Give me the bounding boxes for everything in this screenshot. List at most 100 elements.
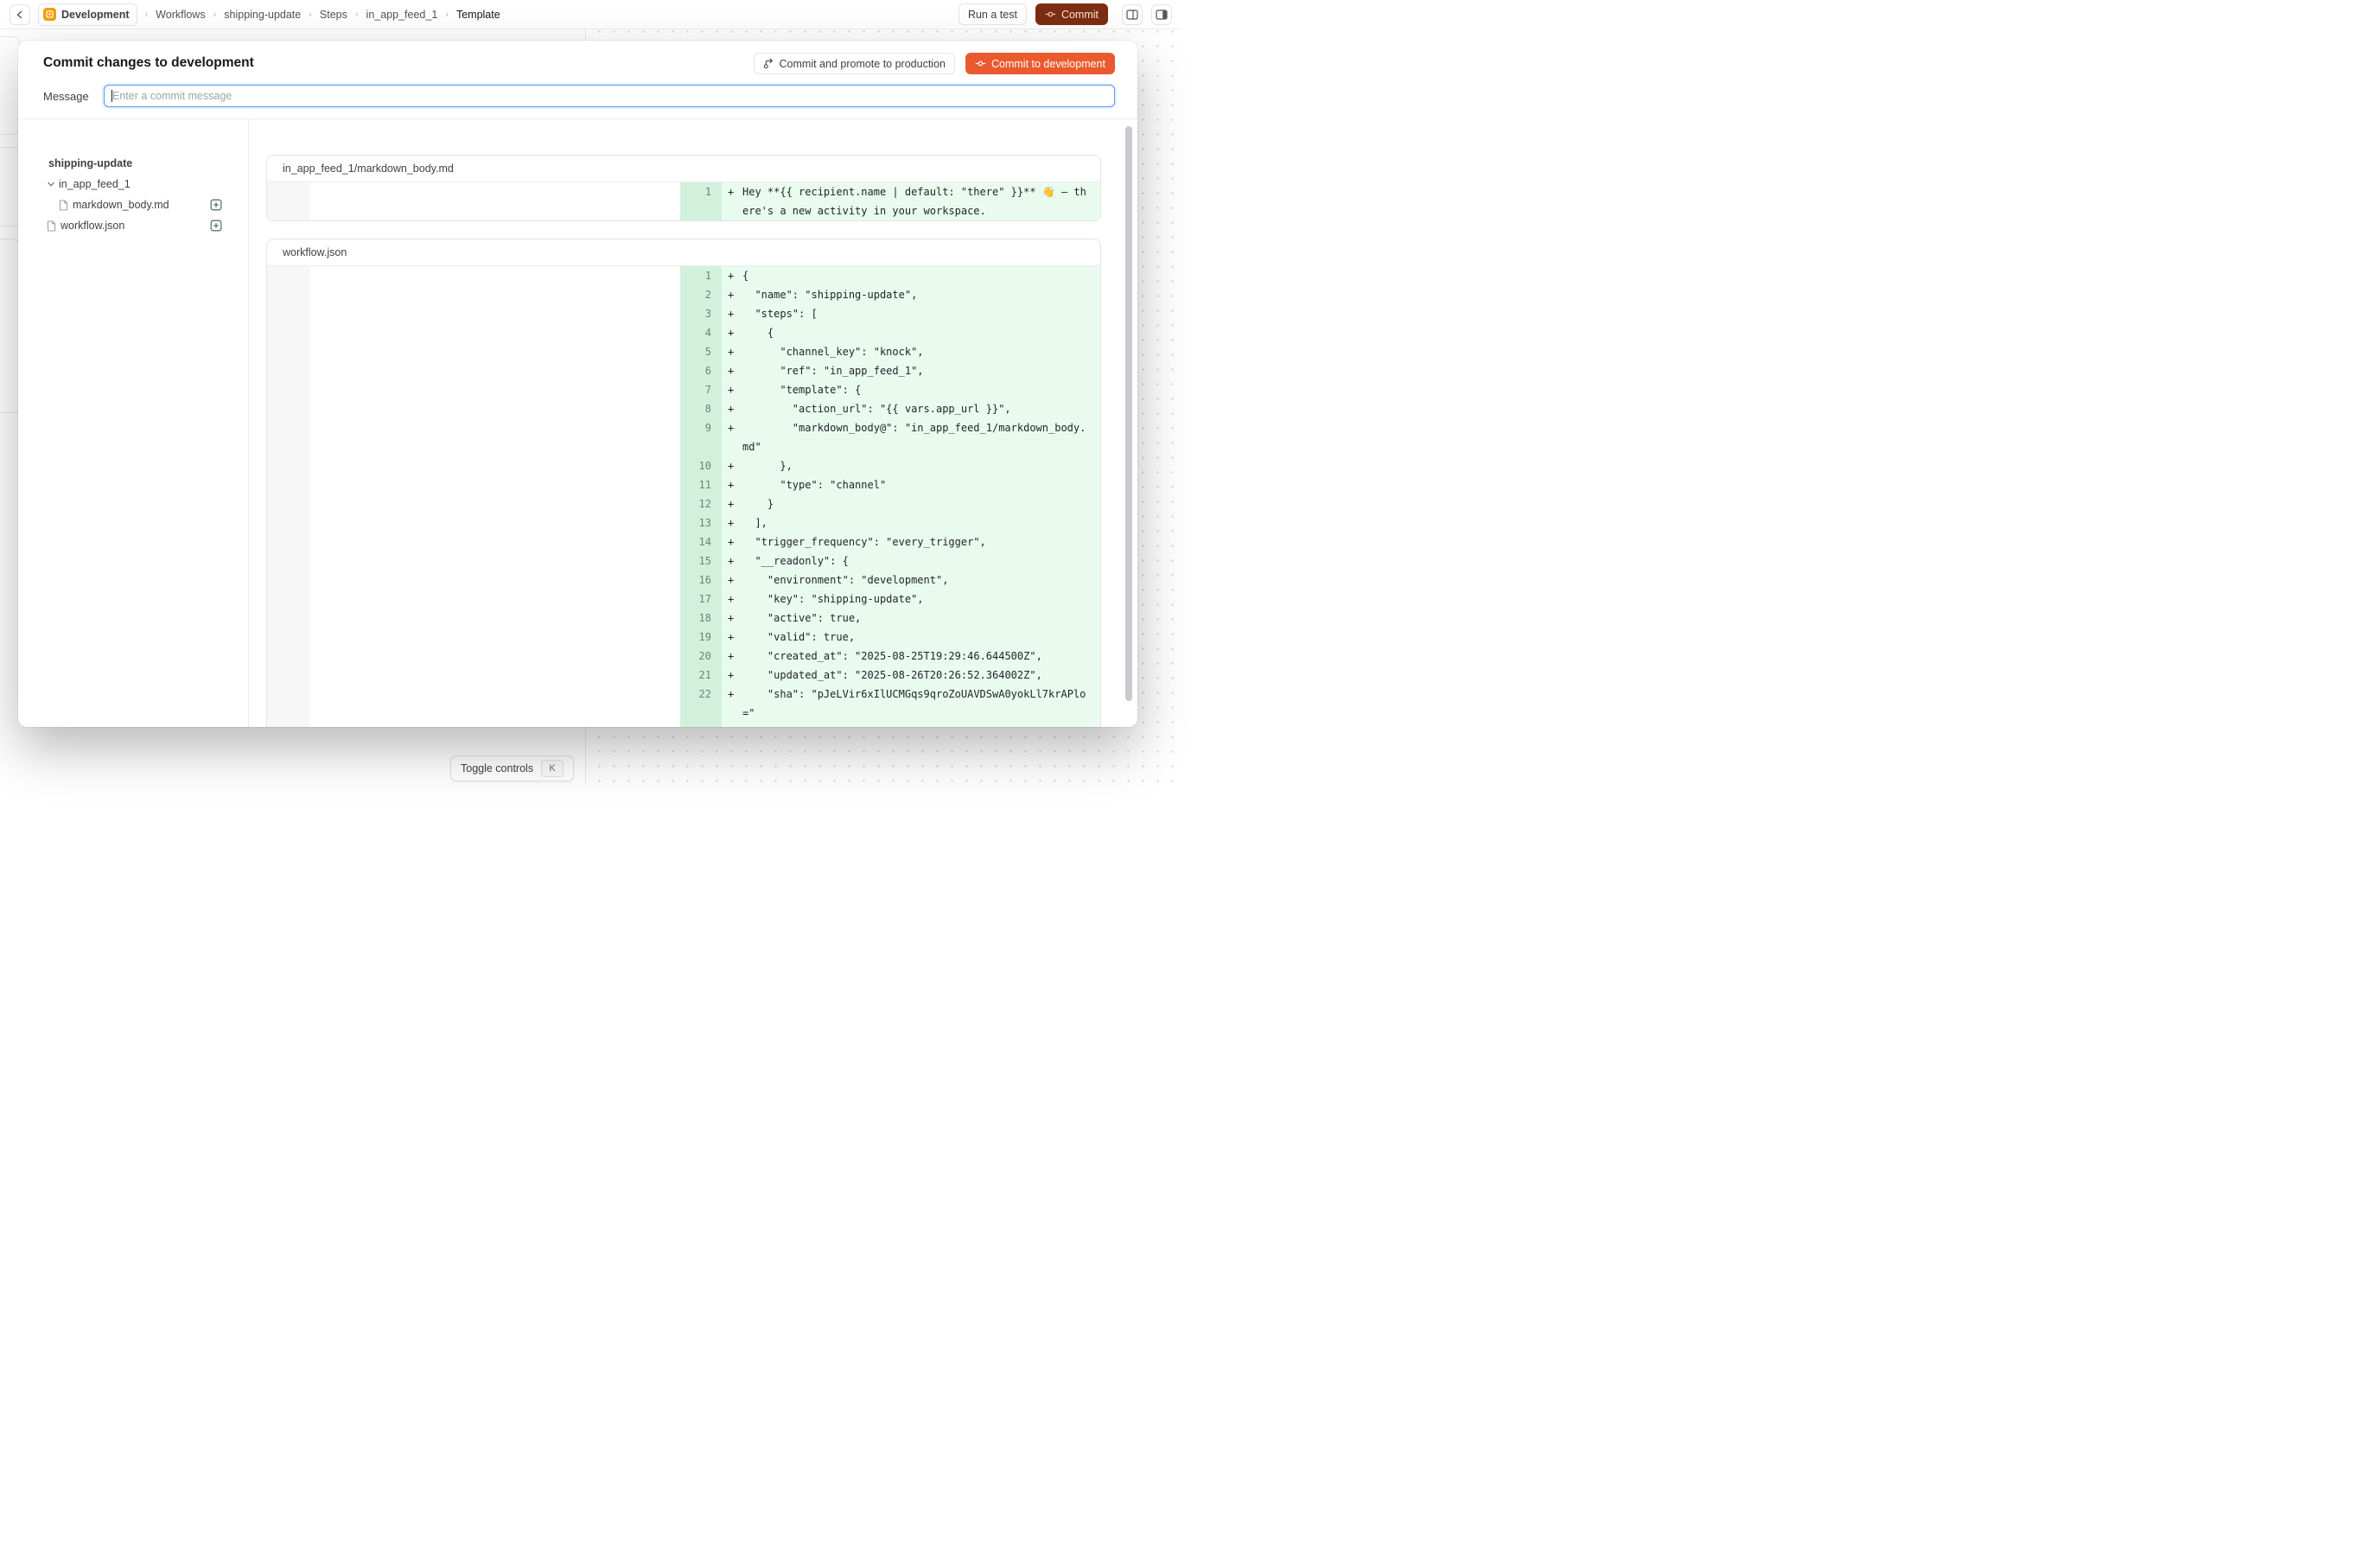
- diff-sign: +: [722, 590, 742, 609]
- toggle-right-panel-button[interactable]: [1151, 4, 1172, 25]
- breadcrumb-item-workflow-key[interactable]: shipping-update: [224, 9, 301, 21]
- background-panel-edge: [0, 36, 20, 135]
- old-line-gutter: [267, 647, 310, 666]
- line-number: 6: [680, 361, 722, 380]
- diff-sign: +: [722, 285, 742, 304]
- commit-and-promote-button[interactable]: Commit and promote to production: [754, 53, 955, 74]
- added-line: + {: [722, 323, 1100, 342]
- toggle-controls-button[interactable]: Toggle controls K: [450, 755, 574, 781]
- line-number: 8: [680, 399, 722, 418]
- diff-line: 21+ "updated_at": "2025-08-26T20:26:52.3…: [267, 666, 1100, 685]
- tree-root-shipping-update[interactable]: shipping-update: [18, 153, 248, 174]
- diff-sign: +: [722, 418, 742, 456]
- environment-selector[interactable]: Development: [38, 3, 137, 26]
- diff-code: "channel_key": "knock",: [742, 342, 1086, 361]
- breadcrumb-item-steps[interactable]: Steps: [320, 9, 347, 21]
- background-panel-edge: [0, 147, 20, 226]
- added-line: + },: [722, 456, 1100, 475]
- commit-button[interactable]: Commit: [1035, 3, 1108, 25]
- tree-file-label: workflow.json: [61, 220, 124, 232]
- diff-code: "template": {: [742, 380, 1086, 399]
- diff-line: 19+ "valid": true,: [267, 628, 1100, 647]
- line-number: 19: [680, 628, 722, 647]
- line-number: 12: [680, 494, 722, 513]
- old-line-content: [310, 590, 680, 609]
- line-number: 5: [680, 342, 722, 361]
- old-line-gutter: [267, 456, 310, 475]
- message-label: Message: [43, 90, 89, 103]
- diff-sign: +: [722, 380, 742, 399]
- tree-file-markdown-body[interactable]: markdown_body.md: [18, 194, 248, 215]
- old-line-gutter: [267, 285, 310, 304]
- breadcrumb-item-step[interactable]: in_app_feed_1: [366, 9, 438, 21]
- old-line-gutter: [267, 323, 310, 342]
- added-line: + "updated_at": "2025-08-26T20:26:52.364…: [722, 666, 1100, 685]
- modal-header: Commit changes to development Commit and…: [18, 41, 1137, 119]
- promote-icon: [763, 58, 774, 69]
- diff-code: "updated_at": "2025-08-26T20:26:52.36400…: [742, 666, 1086, 685]
- diff-code: }: [742, 494, 1086, 513]
- run-test-button[interactable]: Run a test: [959, 3, 1027, 25]
- line-number: 4: [680, 323, 722, 342]
- text-caret: [111, 90, 112, 102]
- diff-line: 20+ "created_at": "2025-08-25T19:29:46.6…: [267, 647, 1100, 666]
- diff-code: Hey **{{ recipient.name | default: "ther…: [742, 182, 1086, 220]
- diff-line: 9+ "markdown_body@": "in_app_feed_1/mark…: [267, 418, 1100, 456]
- added-line: + "sha": "pJeLVir6xIlUCMGqs9qroZoUAVDSwA…: [722, 685, 1100, 723]
- old-line-content: [310, 551, 680, 570]
- line-number: 20: [680, 647, 722, 666]
- tree-folder-in-app-feed[interactable]: in_app_feed_1: [18, 174, 248, 194]
- kbd-k: K: [541, 760, 564, 777]
- diff-code: "ref": "in_app_feed_1",: [742, 361, 1086, 380]
- old-line-gutter: [267, 570, 310, 590]
- line-number: 23: [680, 723, 722, 727]
- old-line-gutter: [267, 266, 310, 285]
- run-test-label: Run a test: [968, 9, 1017, 21]
- line-number: 13: [680, 513, 722, 532]
- old-line-gutter: [267, 304, 310, 323]
- old-line-content: [310, 456, 680, 475]
- tree-folder-label: in_app_feed_1: [59, 178, 131, 190]
- tree-file-workflow-json[interactable]: workflow.json: [18, 215, 248, 236]
- panel-right-filled-icon: [1156, 10, 1168, 20]
- message-input-wrap: [104, 85, 1115, 107]
- breadcrumb-item-workflows[interactable]: Workflows: [156, 9, 205, 21]
- old-line-gutter: [267, 666, 310, 685]
- toggle-left-panel-button[interactable]: [1122, 4, 1143, 25]
- diff-code: "__readonly": {: [742, 551, 1086, 570]
- message-input[interactable]: [104, 85, 1115, 107]
- diff-sign: +: [722, 456, 742, 475]
- old-line-content: [310, 685, 680, 723]
- diff-line: 3+ "steps": [: [267, 304, 1100, 323]
- diff-code: "name": "shipping-update",: [742, 285, 1086, 304]
- diff-line: 1+{: [267, 266, 1100, 285]
- diff-sign: +: [722, 685, 742, 723]
- added-line: + "ref": "in_app_feed_1",: [722, 361, 1100, 380]
- diff-code: "action_url": "{{ vars.app_url }}",: [742, 399, 1086, 418]
- old-line-gutter: [267, 494, 310, 513]
- added-line: + "valid": true,: [722, 628, 1100, 647]
- back-button[interactable]: [10, 4, 30, 25]
- old-line-gutter: [267, 418, 310, 456]
- added-line: + "action_url": "{{ vars.app_url }}",: [722, 399, 1100, 418]
- diff-code: "valid": true,: [742, 628, 1086, 647]
- breadcrumb-item-template[interactable]: Template: [456, 9, 500, 21]
- line-number: 3: [680, 304, 722, 323]
- old-line-content: [310, 609, 680, 628]
- old-line-gutter: [267, 513, 310, 532]
- diff-line: 14+ "trigger_frequency": "every_trigger"…: [267, 532, 1100, 551]
- commit-to-development-button[interactable]: Commit to development: [965, 53, 1115, 74]
- diff-line: 18+ "active": true,: [267, 609, 1100, 628]
- diff-code: "environment": "development",: [742, 570, 1086, 590]
- modal-scrollbar[interactable]: [1125, 126, 1132, 701]
- diff-sign: +: [722, 551, 742, 570]
- diff-sign: +: [722, 647, 742, 666]
- diff-line: 15+ "__readonly": {: [267, 551, 1100, 570]
- old-line-content: [310, 266, 680, 285]
- diff-body: 1+Hey **{{ recipient.name | default: "th…: [267, 182, 1100, 220]
- old-line-content: [310, 285, 680, 304]
- diff-line: 5+ "channel_key": "knock",: [267, 342, 1100, 361]
- line-number: 10: [680, 456, 722, 475]
- old-line-content: [310, 380, 680, 399]
- line-number: 1: [680, 266, 722, 285]
